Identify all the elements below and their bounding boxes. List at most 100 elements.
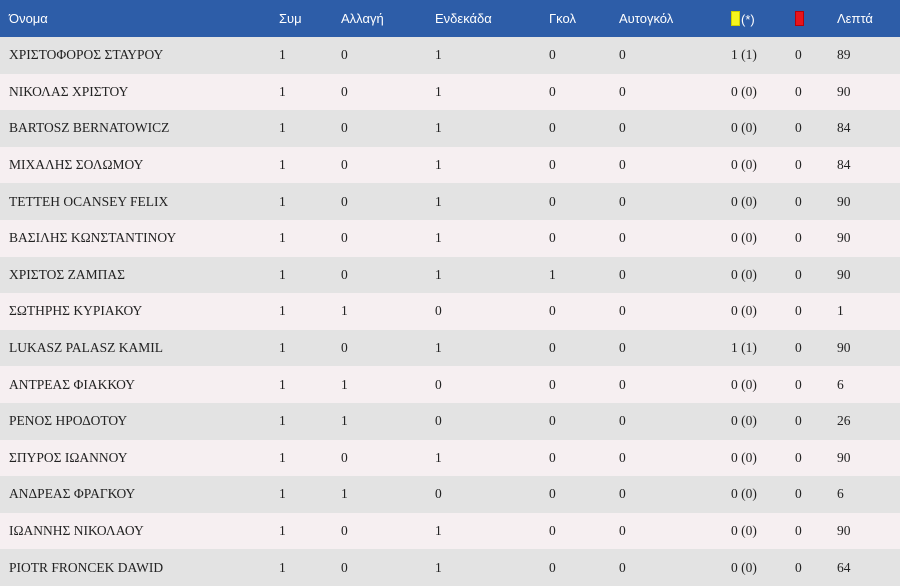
- player-name-cell[interactable]: ΣΩΤΗΡΗΣ ΚΥΡΙΑΚΟΥ: [0, 293, 279, 330]
- own-goals-cell: 0: [619, 47, 626, 63]
- red-cards-cell: 0: [795, 157, 802, 173]
- player-name-cell[interactable]: ΣΠΥΡΟΣ ΙΩΑΝΝΟΥ: [0, 440, 279, 477]
- player-name-cell[interactable]: BARTOSZ BERNATOWICZ: [0, 110, 279, 147]
- starting-xi-cell: 1: [435, 559, 442, 575]
- player-name-cell[interactable]: ΧΡΙΣΤΟΦΟΡΟΣ ΣΤΑΥΡΟΥ: [0, 37, 279, 74]
- minutes-cell: 90: [837, 523, 851, 539]
- player-name-cell[interactable]: ΒΑΣΙΛΗΣ ΚΩΝΣΤΑΝΤΙΝΟΥ: [0, 220, 279, 257]
- minutes-cell: 90: [837, 449, 851, 465]
- column-header-minutes[interactable]: Λεπτά: [837, 0, 900, 37]
- minutes-cell: 84: [837, 120, 851, 136]
- player-name-cell[interactable]: PIOTR FRONCEK DAWID: [0, 549, 279, 586]
- red-cards-cell: 0: [795, 376, 802, 392]
- sub-cell: 0: [341, 230, 348, 246]
- red-cards-cell: 0: [795, 266, 802, 282]
- minutes-cell: 1: [837, 303, 844, 319]
- table-row: LUKASZ PALASZ KAMIL 1 0 1 0 0 1 (1) 0 90: [0, 329, 900, 367]
- column-header-apps[interactable]: Συμ: [279, 0, 341, 37]
- header-row: Όνομα Συμ Αλλαγή Ενδεκάδα Γκολ Αυτογκόλ …: [0, 0, 900, 37]
- sub-cell: 0: [341, 83, 348, 99]
- red-cards-cell: 0: [795, 193, 802, 209]
- minutes-cell: 90: [837, 230, 851, 246]
- goals-cell: 0: [549, 376, 556, 392]
- goals-cell: 0: [549, 230, 556, 246]
- column-header-own-goals[interactable]: Αυτογκόλ: [619, 0, 731, 37]
- apps-cell: 1: [279, 559, 286, 575]
- apps-cell: 1: [279, 486, 286, 502]
- apps-cell: 1: [279, 47, 286, 63]
- table-body: ΧΡΙΣΤΟΦΟΡΟΣ ΣΤΑΥΡΟΥ 1 0 1 0 0 1 (1) 0 89 ΝΙΚΟΛΑΣ …: [0, 37, 900, 586]
- red-cards-cell: 0: [795, 120, 802, 136]
- red-cards-cell: 0: [795, 449, 802, 465]
- yellow-cards-cell: 0 (0): [731, 413, 757, 429]
- apps-cell: 1: [279, 449, 286, 465]
- yellow-cards-cell: 0 (0): [731, 230, 757, 246]
- own-goals-cell: 0: [619, 559, 626, 575]
- own-goals-cell: 0: [619, 303, 626, 319]
- player-name-cell[interactable]: ΧΡΙΣΤΟΣ ΖΑΜΠΑΣ: [0, 257, 279, 294]
- own-goals-cell: 0: [619, 193, 626, 209]
- player-name-cell[interactable]: TETTEH OCANSEY FELIX: [0, 183, 279, 220]
- sub-cell: 0: [341, 449, 348, 465]
- goals-cell: 0: [549, 486, 556, 502]
- own-goals-cell: 0: [619, 523, 626, 539]
- player-name-cell[interactable]: ΑΝΔΡΕΑΣ ΦΡΑΓΚΟΥ: [0, 476, 279, 513]
- minutes-cell: 84: [837, 157, 851, 173]
- column-header-starting-xi[interactable]: Ενδεκάδα: [435, 0, 549, 37]
- minutes-cell: 26: [837, 413, 851, 429]
- goals-cell: 0: [549, 83, 556, 99]
- sub-cell: 1: [341, 486, 348, 502]
- red-cards-cell: 0: [795, 413, 802, 429]
- red-cards-cell: 0: [795, 303, 802, 319]
- column-header-sub[interactable]: Αλλαγή: [341, 0, 435, 37]
- player-name-cell[interactable]: ΝΙΚΟΛΑΣ ΧΡΙΣΤΟΥ: [0, 74, 279, 111]
- goals-cell: 0: [549, 523, 556, 539]
- player-name-cell[interactable]: LUKASZ PALASZ KAMIL: [0, 330, 279, 367]
- apps-cell: 1: [279, 523, 286, 539]
- table-row: ΜΙΧΑΛΗΣ ΣΟΛΩΜΟΥ 1 0 1 0 0 0 (0) 0 84: [0, 146, 900, 184]
- own-goals-cell: 0: [619, 157, 626, 173]
- starting-xi-cell: 1: [435, 230, 442, 246]
- yellow-cards-cell: 0 (0): [731, 376, 757, 392]
- starting-xi-cell: 0: [435, 376, 442, 392]
- table-row: ΒΑΣΙΛΗΣ ΚΩΝΣΤΑΝΤΙΝΟΥ 1 0 1 0 0 0 (0) 0 90: [0, 219, 900, 257]
- apps-cell: 1: [279, 230, 286, 246]
- sub-cell: 0: [341, 120, 348, 136]
- yellow-cards-cell: 1 (1): [731, 47, 757, 63]
- red-cards-cell: 0: [795, 47, 802, 63]
- own-goals-cell: 0: [619, 83, 626, 99]
- table-row: ΑΝΔΡΕΑΣ ΦΡΑΓΚΟΥ 1 1 0 0 0 0 (0) 0 6: [0, 476, 900, 513]
- column-header-yellow-cards[interactable]: (*): [731, 0, 795, 37]
- starting-xi-cell: 1: [435, 523, 442, 539]
- player-stats-table: Όνομα Συμ Αλλαγή Ενδεκάδα Γκολ Αυτογκόλ …: [0, 0, 900, 586]
- yellow-card-icon: [731, 10, 740, 26]
- goals-cell: 0: [549, 303, 556, 319]
- goals-cell: 0: [549, 193, 556, 209]
- goals-cell: 0: [549, 559, 556, 575]
- column-header-name[interactable]: Όνομα: [0, 0, 279, 37]
- sub-cell: 0: [341, 559, 348, 575]
- starting-xi-cell: 1: [435, 266, 442, 282]
- player-name-cell[interactable]: ΙΩΑΝΝΗΣ ΝΙΚΟΛΑΟΥ: [0, 513, 279, 550]
- player-name-cell[interactable]: ΜΙΧΑΛΗΣ ΣΟΛΩΜΟΥ: [0, 147, 279, 184]
- column-header-goals[interactable]: Γκολ: [549, 0, 619, 37]
- player-name-cell[interactable]: ΡΕΝΟΣ ΗΡΟΔΟΤΟΥ: [0, 403, 279, 440]
- apps-cell: 1: [279, 376, 286, 392]
- minutes-cell: 90: [837, 193, 851, 209]
- yellow-cards-cell: 0 (0): [731, 449, 757, 465]
- starting-xi-cell: 1: [435, 47, 442, 63]
- column-header-red-cards[interactable]: [795, 0, 837, 37]
- sub-cell: 0: [341, 266, 348, 282]
- starting-xi-cell: 1: [435, 83, 442, 99]
- own-goals-cell: 0: [619, 376, 626, 392]
- table-header: Όνομα Συμ Αλλαγή Ενδεκάδα Γκολ Αυτογκόλ …: [0, 0, 900, 37]
- yellow-cards-cell: 0 (0): [731, 266, 757, 282]
- table-row: ΝΙΚΟΛΑΣ ΧΡΙΣΤΟΥ 1 0 1 0 0 0 (0) 0 90: [0, 73, 900, 111]
- table-row: ΑΝΤΡΕΑΣ ΦΙΑΚΚΟΥ 1 1 0 0 0 0 (0) 0 6: [0, 366, 900, 403]
- yellow-cards-cell: 0 (0): [731, 193, 757, 209]
- apps-cell: 1: [279, 157, 286, 173]
- table-row: BARTOSZ BERNATOWICZ 1 0 1 0 0 0 (0) 0 84: [0, 110, 900, 147]
- apps-cell: 1: [279, 193, 286, 209]
- player-name-cell[interactable]: ΑΝΤΡΕΑΣ ΦΙΑΚΚΟΥ: [0, 366, 279, 403]
- red-cards-cell: 0: [795, 559, 802, 575]
